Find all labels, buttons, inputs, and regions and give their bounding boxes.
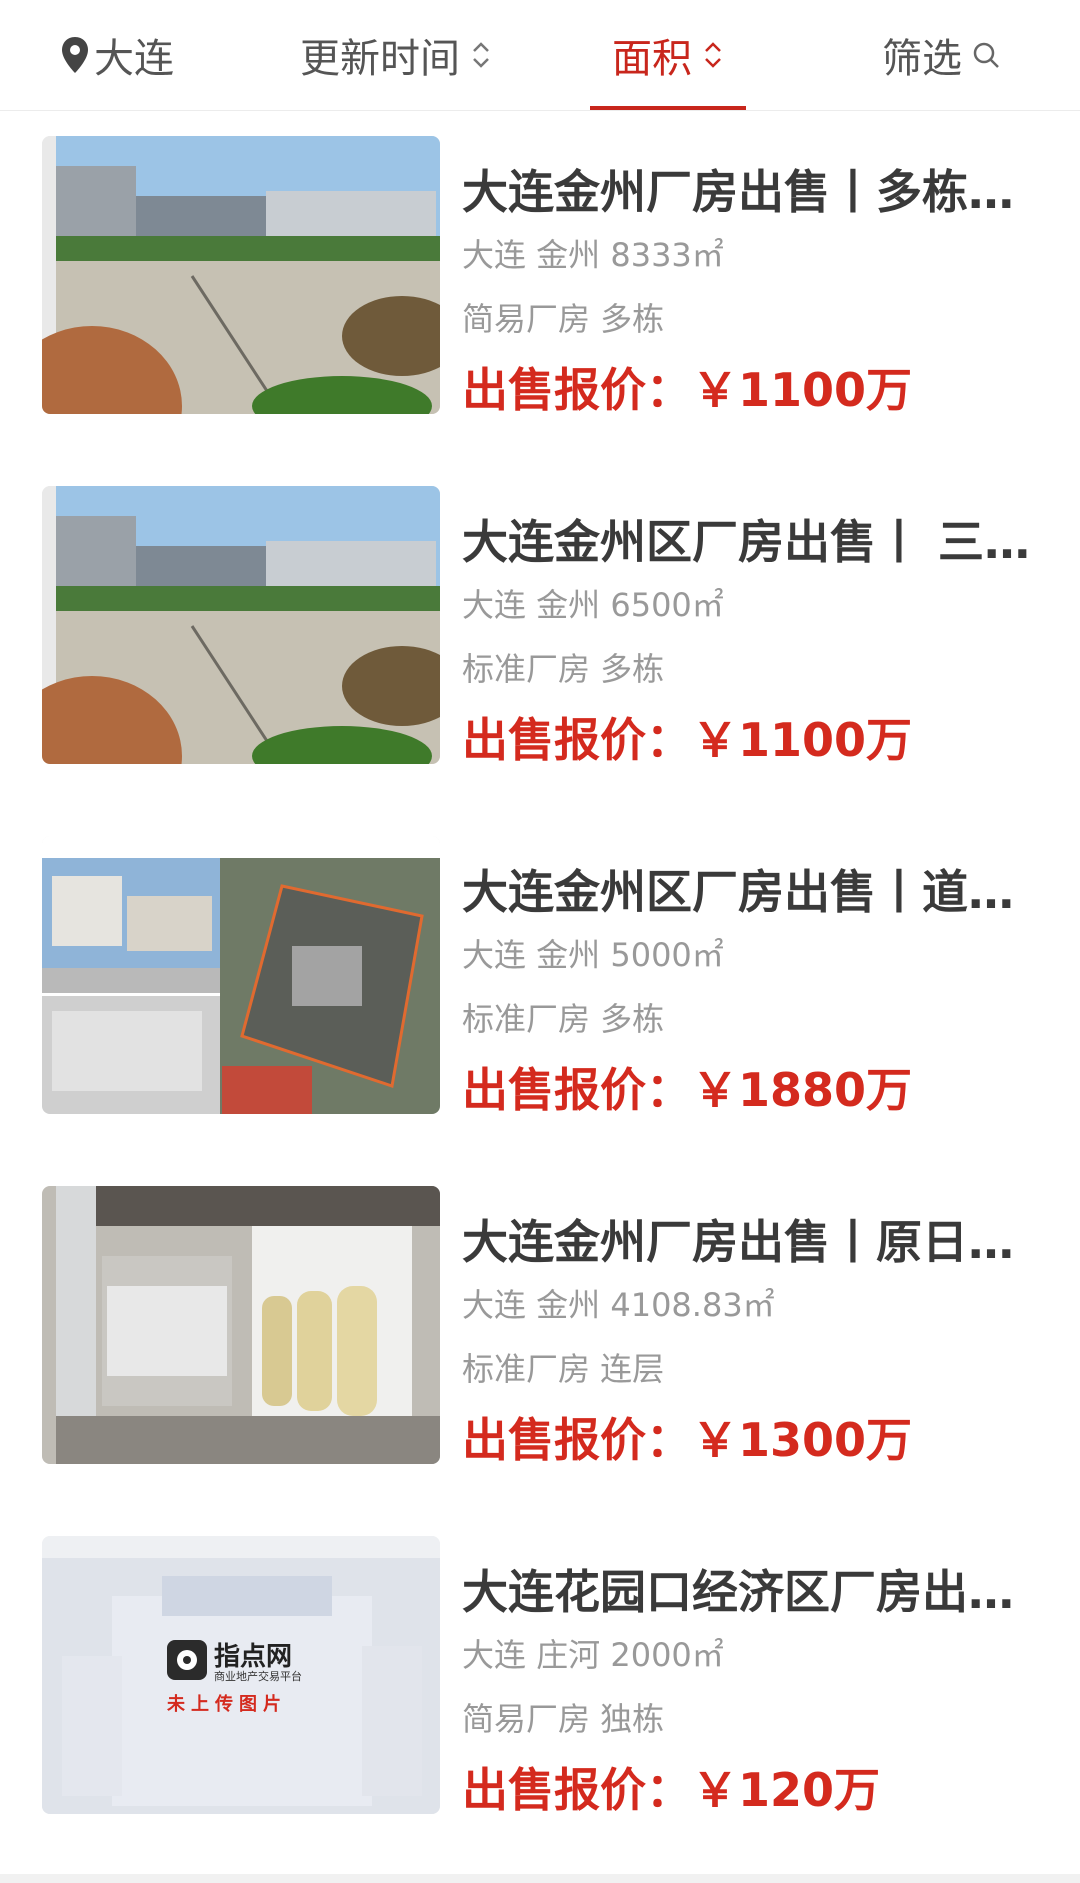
sort-by-update-time[interactable]: 更新时间 <box>300 0 492 110</box>
listing-price: 出售报价：￥120万 <box>462 1763 881 1817</box>
placeholder-note: 未上传图片 <box>167 1694 287 1715</box>
listing-type: 标准厂房 连层 <box>462 1350 665 1388</box>
listing-type: 简易厂房 独栋 <box>462 1700 665 1738</box>
factory-photo <box>42 136 440 414</box>
listing-type: 标准厂房 多栋 <box>462 1000 665 1038</box>
sort-time-label: 更新时间 <box>300 36 460 82</box>
listing-title: 大连花园口经济区厂房出… <box>462 1565 1014 1619</box>
listing-title: 大连金州区厂房出售丨 三… <box>462 515 1031 569</box>
listing-location: 大连 金州 6500㎡ <box>462 586 724 624</box>
listing-title: 大连金州厂房出售丨原日… <box>462 1215 1014 1269</box>
listing-type: 标准厂房 多栋 <box>462 650 665 688</box>
search-icon <box>973 42 999 68</box>
listing-location: 大连 金州 5000㎡ <box>462 936 724 974</box>
location-pin-icon <box>62 37 88 73</box>
sort-by-area[interactable]: 面积 <box>590 0 746 110</box>
listing-thumbnail: 指点网 商业地产交易平台 未上传图片 <box>42 1536 440 1814</box>
listing-item[interactable]: 大连金州区厂房出售丨 三… 大连 金州 6500㎡ 标准厂房 多栋 出售报价：￥… <box>0 460 1080 767</box>
listing-thumbnail <box>42 486 440 764</box>
listing-thumbnail <box>42 136 440 414</box>
listing-thumbnail <box>42 1186 440 1464</box>
water-treatment-photo <box>42 1186 440 1464</box>
sort-arrows-icon <box>705 42 721 68</box>
city-label: 大连 <box>94 36 174 82</box>
listing-price: 出售报价：￥1300万 <box>462 1413 913 1467</box>
listing-price: 出售报价：￥1100万 <box>462 713 913 767</box>
listing-location: 大连 金州 8333㎡ <box>462 236 724 274</box>
listing-type: 简易厂房 多栋 <box>462 300 665 338</box>
factory-collage-photo <box>42 836 440 1114</box>
filter-label: 筛选 <box>882 36 962 82</box>
listing-title: 大连金州区厂房出售丨道… <box>462 865 1014 919</box>
bottom-divider <box>0 1874 1080 1883</box>
brand-logo-icon <box>167 1640 207 1680</box>
listing-location: 大连 庄河 2000㎡ <box>462 1636 724 1674</box>
city-selector[interactable]: 大连 <box>60 0 174 110</box>
listing-item[interactable]: 指点网 商业地产交易平台 未上传图片 大连花园口经济区厂房出… 大连 庄河 20… <box>0 1510 1080 1817</box>
listing-item[interactable]: 大连金州厂房出售丨多栋8… 大连 金州 8333㎡ 简易厂房 多栋 出售报价：￥… <box>0 110 1080 417</box>
listing-item[interactable]: 大连金州区厂房出售丨道… 大连 金州 5000㎡ 标准厂房 多栋 出售报价：￥1… <box>0 810 1080 1117</box>
listing-location: 大连 金州 4108.83㎡ <box>462 1286 775 1324</box>
listing-item[interactable]: 大连金州厂房出售丨原日… 大连 金州 4108.83㎡ 标准厂房 连层 出售报价… <box>0 1160 1080 1467</box>
placeholder-tagline: 商业地产交易平台 <box>214 1670 302 1683</box>
listing-price: 出售报价：￥1880万 <box>462 1063 913 1117</box>
sort-arrows-icon <box>473 42 489 68</box>
listing-title: 大连金州厂房出售丨多栋8… <box>462 165 1032 219</box>
listing-price: 出售报价：￥1100万 <box>462 363 913 417</box>
filter-button[interactable]: 筛选 <box>882 0 1000 110</box>
listing-thumbnail <box>42 836 440 1114</box>
sort-area-label: 面积 <box>612 36 692 82</box>
filter-bar: 大连 更新时间 面积 筛选 <box>0 0 1080 111</box>
factory-photo <box>42 486 440 764</box>
